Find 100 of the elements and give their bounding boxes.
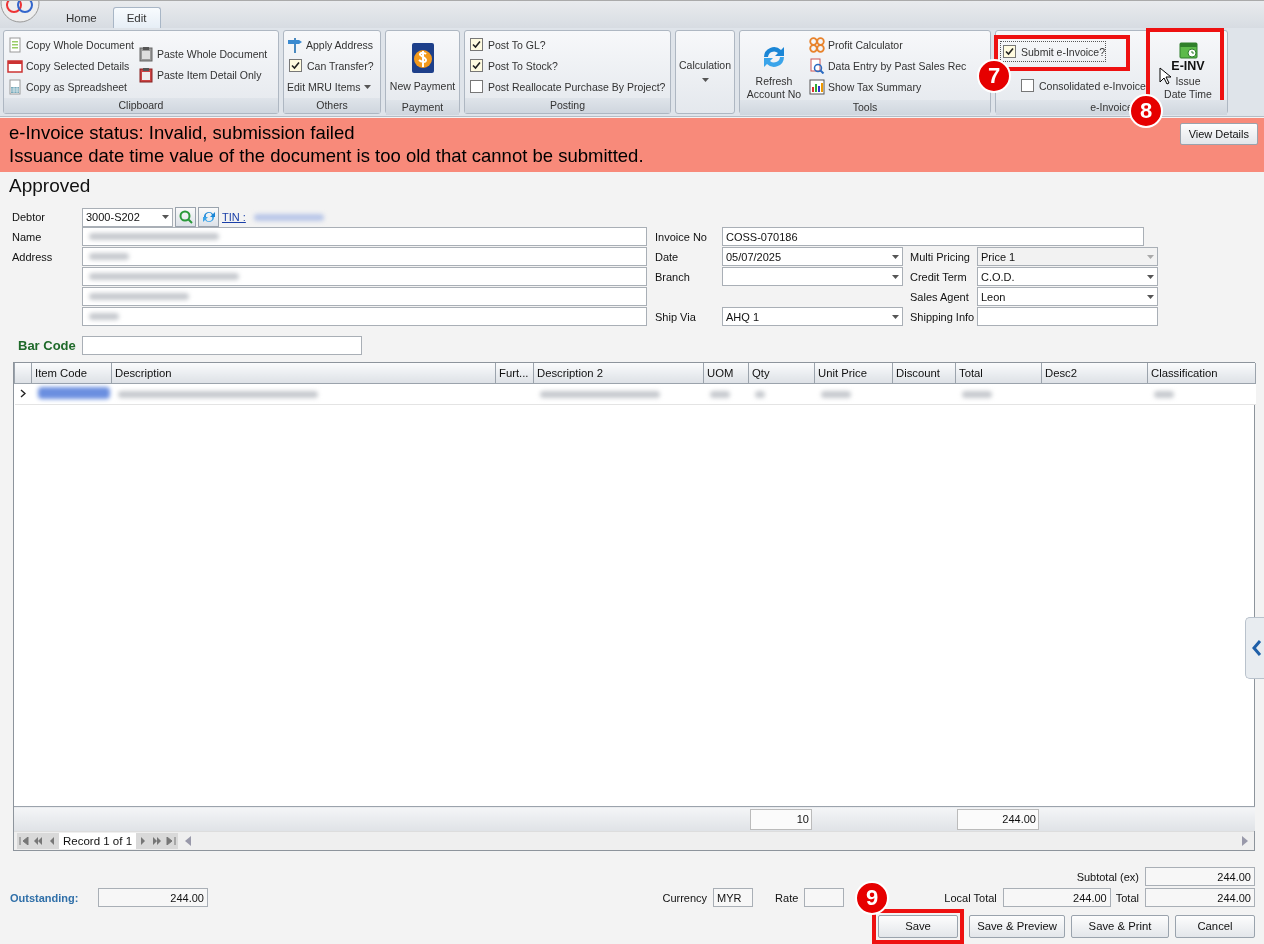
ribbon-button[interactable]: Copy Selected Details: [6, 55, 135, 76]
dropdown-arrow-icon[interactable]: [162, 215, 169, 219]
document-icon: [7, 36, 23, 53]
dropdown-field[interactable]: C.O.D.: [977, 267, 1158, 286]
input-field[interactable]: [82, 267, 647, 286]
scroll-left-icon[interactable]: [184, 836, 193, 846]
column-header[interactable]: Qty: [748, 363, 815, 384]
ribbon-checkbox[interactable]: Post Reallocate Purchase By Project?: [467, 76, 667, 97]
next-button[interactable]: [136, 833, 151, 849]
dropdown-arrow-icon[interactable]: [1147, 294, 1154, 299]
column-header[interactable]: Item Code: [31, 363, 112, 384]
caret-icon: [363, 84, 371, 89]
action-button[interactable]: Save & Print: [1071, 914, 1169, 938]
amount-field: 244.00: [1145, 867, 1255, 886]
column-header[interactable]: Classification: [1147, 363, 1256, 384]
refresh-icon: [201, 210, 216, 224]
first-button[interactable]: [17, 833, 31, 849]
ribbon-button[interactable]: Apply Address: [286, 34, 375, 55]
group-label: Clipboard: [4, 98, 278, 113]
column-header[interactable]: Description 2: [533, 363, 704, 384]
column-header[interactable]: Discount: [892, 363, 956, 384]
field-label: Credit Term: [909, 271, 968, 283]
scroll-right-icon[interactable]: [1241, 836, 1249, 846]
ribbon-checkbox[interactable]: Post To GL?: [467, 34, 667, 55]
column-header[interactable]: Furt...: [495, 363, 534, 384]
field-label: Date: [654, 251, 680, 263]
ribbon-button[interactable]: Paste Whole Document: [136, 43, 269, 64]
lookup-button[interactable]: [175, 207, 196, 227]
ribbon-checkbox[interactable]: Can Transfer?: [286, 55, 375, 76]
ribbon-checkbox[interactable]: Submit e-Invoice?: [1000, 41, 1107, 62]
column-header[interactable]: Description: [111, 363, 496, 384]
ribbon-button[interactable]: Paste Item Detail Only: [136, 64, 269, 85]
action-button[interactable]: Cancel: [1175, 914, 1255, 938]
refresh-button[interactable]: [198, 207, 219, 227]
ribbon-button[interactable]: Show Tax Summary: [808, 76, 968, 97]
column-header[interactable]: Desc2: [1041, 363, 1148, 384]
previous-button[interactable]: [45, 833, 59, 849]
field-label: Multi Pricing: [909, 251, 971, 263]
input-field[interactable]: [82, 247, 647, 266]
ribbon-checkbox[interactable]: Consolidated e-Invoice: [1018, 75, 1147, 96]
ribbon-button[interactable]: Copy Whole Document: [6, 34, 135, 55]
ribbon-tab[interactable]: Home: [52, 7, 111, 28]
ribbon-button[interactable]: Data Entry by Past Sales Rec: [808, 55, 968, 76]
input-field[interactable]: MYR: [713, 888, 754, 907]
blurred-text: [754, 391, 765, 398]
ribbon-button[interactable]: Copy as Spreadsheet: [6, 76, 135, 97]
circles-icon: [809, 36, 825, 53]
dropdown-field[interactable]: Leon: [977, 287, 1158, 306]
field-label: Outstanding:: [10, 891, 80, 904]
signpost-icon: [287, 36, 303, 53]
tin-link[interactable]: TIN :: [222, 211, 246, 223]
summary-value: 244.00: [957, 808, 1039, 830]
ribbon-large-button[interactable]: Refresh Account No: [742, 34, 806, 100]
input-field[interactable]: [804, 888, 845, 907]
blurred-text: [709, 391, 730, 398]
field-label: Rate: [775, 891, 799, 904]
input-field[interactable]: COSS-070186: [722, 227, 1144, 246]
field-label: Invoice No: [654, 231, 708, 243]
last-button[interactable]: [164, 833, 179, 849]
magnifier-document-icon: [809, 57, 825, 74]
dropdown-field[interactable]: [722, 267, 903, 286]
column-header[interactable]: UOM: [703, 363, 749, 384]
record-indicator: Record 1 of 1: [59, 833, 137, 849]
field-label: Branch: [654, 271, 691, 283]
action-button[interactable]: Save: [878, 914, 958, 938]
group-label: Posting: [465, 98, 670, 113]
document-status: Approved: [8, 174, 92, 198]
input-field[interactable]: [81, 336, 362, 355]
input-field[interactable]: [82, 287, 647, 306]
blurred-text: [961, 391, 992, 398]
ribbon-tab[interactable]: Edit: [112, 7, 161, 28]
field-label: Total: [1115, 891, 1139, 904]
ribbon-button[interactable]: Profit Calculator: [808, 34, 968, 55]
input-field[interactable]: [977, 307, 1158, 326]
dropdown-arrow-icon[interactable]: [1147, 274, 1154, 279]
dropdown-field[interactable]: AHQ 1: [722, 307, 903, 326]
app-logo-icon[interactable]: [0, 1, 40, 23]
view-details-button[interactable]: View Details: [1179, 123, 1258, 145]
ribbon-large-button[interactable]: New Payment: [388, 34, 457, 100]
blurred-text: [1153, 391, 1174, 398]
action-button[interactable]: Save & Preview: [969, 914, 1065, 938]
side-panel-tab[interactable]: [1245, 617, 1264, 679]
previous-page-button[interactable]: [31, 833, 45, 849]
field-label: Address: [11, 251, 54, 263]
clipboard-icon: [137, 66, 154, 83]
next-page-icon: [152, 837, 163, 845]
next-page-button[interactable]: [150, 833, 165, 849]
input-field[interactable]: [82, 307, 647, 326]
ribbon-menu-button[interactable]: Edit MRU Items: [286, 76, 375, 97]
ribbon-checkbox[interactable]: Post To Stock?: [467, 55, 667, 76]
dropdown-field[interactable]: 05/07/2025: [722, 247, 903, 266]
input-field[interactable]: [82, 227, 647, 246]
column-header[interactable]: Total: [955, 363, 1042, 384]
ribbon-menu-button[interactable]: Calculation: [678, 34, 732, 100]
dropdown-arrow-icon[interactable]: [892, 274, 899, 279]
dropdown-arrow-icon[interactable]: [892, 314, 899, 319]
field-label: Ship Via: [654, 311, 697, 323]
dropdown-field[interactable]: 3000-S202: [82, 207, 173, 227]
dropdown-arrow-icon[interactable]: [892, 254, 899, 259]
column-header[interactable]: Unit Price: [814, 363, 893, 384]
